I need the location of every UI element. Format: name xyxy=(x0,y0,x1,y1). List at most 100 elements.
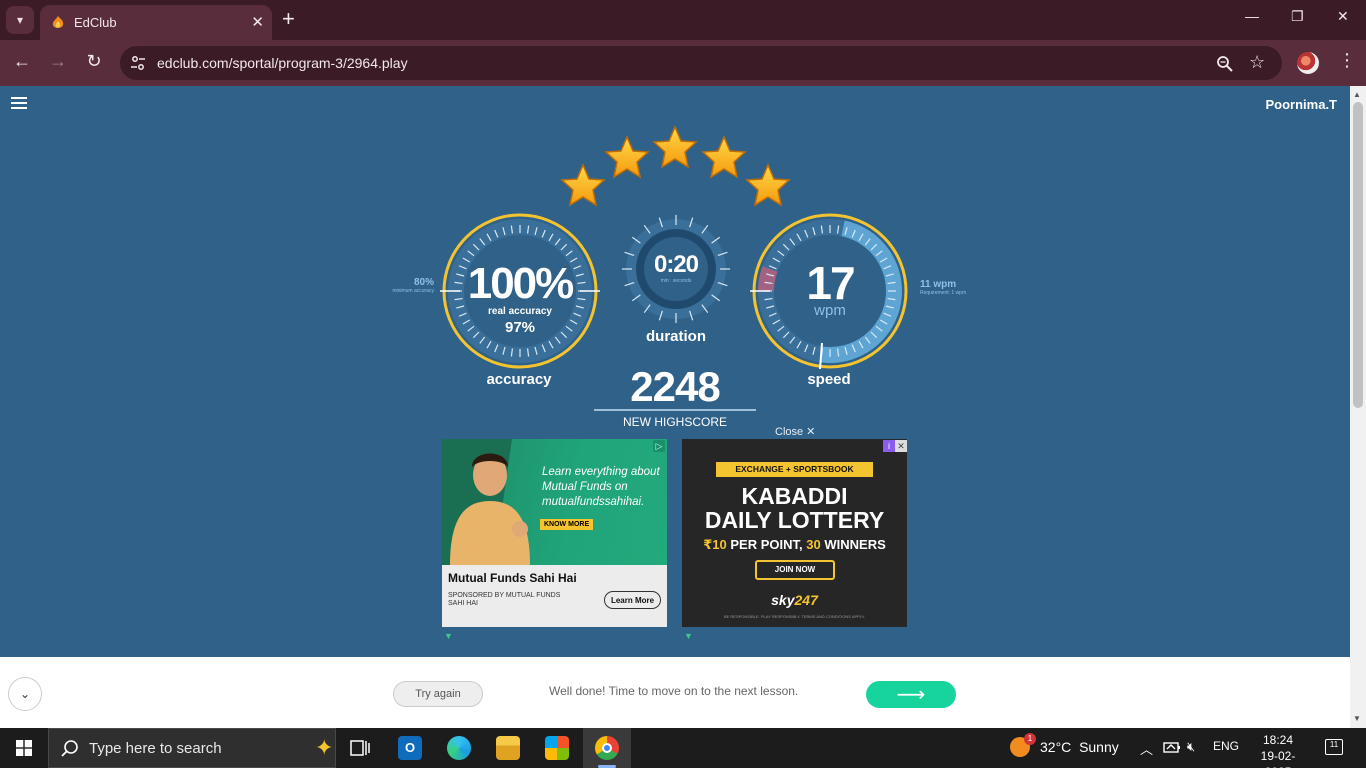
duration-label: duration xyxy=(646,328,706,345)
ad-headline: KABADDI DAILY LOTTERY xyxy=(682,484,907,532)
weather-temp: 32°C xyxy=(1040,739,1072,755)
ad-know-more-button[interactable]: KNOW MORE xyxy=(540,519,594,530)
score-value: 2248 xyxy=(630,363,720,410)
bookmark-star-icon[interactable]: ☆ xyxy=(1249,52,1265,73)
clock-time: 18:24 xyxy=(1262,733,1294,747)
minimize-icon[interactable]: — xyxy=(1245,8,1259,24)
next-lesson-button[interactable]: ⟶ xyxy=(866,681,956,708)
language-indicator[interactable]: ENG xyxy=(1213,739,1239,753)
collapse-chevron-down-icon[interactable]: ⌄ xyxy=(8,677,42,711)
windows-start-icon[interactable] xyxy=(16,740,32,756)
browser-toolbar: ← → ↻ edclub.com/sportal/program-3/2964.… xyxy=(0,40,1366,86)
mute-icon[interactable]: 🔇︎ xyxy=(1187,739,1195,755)
hamburger-icon[interactable] xyxy=(11,97,27,109)
weather-badge: 1 xyxy=(1024,733,1036,745)
back-icon[interactable]: ← xyxy=(10,51,34,72)
notification-icon[interactable]: 11 xyxy=(1325,739,1343,755)
ad-headline-line-1: KABADDI xyxy=(741,483,848,509)
clock-date: 19-02-2025 xyxy=(1260,749,1296,768)
star-icon xyxy=(702,136,746,178)
results-page: Poornima.T 100% real accuracy 97% accura… xyxy=(0,86,1350,657)
close-window-icon[interactable]: ✕ xyxy=(1337,8,1349,25)
ad-choices-icon[interactable]: ▷ xyxy=(653,440,665,452)
ad-close-button[interactable]: Close ✕ xyxy=(775,425,815,438)
site-settings-icon[interactable] xyxy=(130,55,146,71)
store-icon[interactable] xyxy=(545,736,569,760)
ad-info: Mutual Funds Sahi Hai SPONSORED BY MUTUA… xyxy=(442,565,667,627)
ad-close-icon[interactable]: ✕ xyxy=(895,440,907,452)
footer-message: Well done! Time to move on to the next l… xyxy=(549,684,799,698)
profile-avatar[interactable] xyxy=(1297,52,1319,74)
edclub-logo-icon xyxy=(52,15,64,28)
speed-requirement-label: Requirement: 1 wpm xyxy=(920,290,967,296)
ad-info-icon[interactable]: i xyxy=(883,440,895,452)
accuracy-label: accuracy xyxy=(486,371,552,388)
taskbar-clock[interactable]: 18:24 19-02-2025 xyxy=(1249,732,1307,768)
weather-text: Sunny xyxy=(1079,739,1119,755)
browser-tab[interactable]: EdClub ✕ xyxy=(40,5,272,40)
scroll-up-icon[interactable]: ▲ xyxy=(1353,90,1361,99)
ad-offer-amount: ₹10 xyxy=(703,537,727,552)
forward-icon[interactable]: → xyxy=(46,51,70,72)
show-hidden-icons-chevron-up-icon[interactable]: ︿ xyxy=(1140,739,1153,758)
ad-mutual-funds[interactable]: Learn everything about Mutual Funds on m… xyxy=(442,439,667,627)
ad-offer-middle: PER POINT, xyxy=(730,537,803,552)
user-name[interactable]: Poornima.T xyxy=(1265,97,1337,112)
ad-headline-line-2: DAILY LOTTERY xyxy=(704,507,885,533)
ad-banner: Learn everything about Mutual Funds on m… xyxy=(442,439,667,565)
ad-offer-end: WINNERS xyxy=(824,537,886,552)
search-placeholder: Type here to search xyxy=(89,739,222,757)
accuracy-value: 100% xyxy=(467,259,575,308)
windows-taskbar: Type here to search ✦ O 1 32°C Sunny ︿ 🔇… xyxy=(0,728,1366,768)
ad-brand-part-1: sky xyxy=(771,592,795,608)
speed-label: speed xyxy=(807,371,851,388)
battery-wifi-icon[interactable] xyxy=(1163,739,1181,755)
close-tab-icon[interactable]: ✕ xyxy=(251,13,264,31)
reload-icon[interactable]: ↻ xyxy=(82,51,106,72)
scroll-thumb[interactable] xyxy=(1353,102,1363,408)
ad-brand-part-2: 247 xyxy=(794,592,818,608)
restore-icon[interactable]: ❐ xyxy=(1291,8,1304,25)
file-explorer-icon[interactable] xyxy=(496,736,520,760)
speed-unit: wpm xyxy=(814,302,846,319)
page-scrollbar[interactable]: ▲ ▼ xyxy=(1350,86,1366,728)
real-accuracy-label: real accuracy xyxy=(488,306,552,317)
ad-pitch: Learn everything about Mutual Funds on m… xyxy=(542,466,660,508)
duration-value: 0:20 xyxy=(653,251,699,278)
search-icon xyxy=(61,740,78,757)
ad-brand-logo: sky247 xyxy=(682,592,907,608)
copilot-sparkle-icon[interactable]: ✦ xyxy=(315,735,333,761)
browser-tab-bar: ▾ EdClub ✕ + — ❐ ✕ xyxy=(0,0,1366,40)
tab-search-chevron-down-icon[interactable]: ▾ xyxy=(6,6,34,34)
minimum-accuracy-label: minimum accuracy xyxy=(392,288,434,294)
weather-widget[interactable]: 1 32°C Sunny xyxy=(1010,733,1119,757)
address-bar[interactable]: edclub.com/sportal/program-3/2964.play ☆ xyxy=(120,46,1282,80)
new-tab-plus-icon[interactable]: + xyxy=(282,8,295,30)
lesson-footer: ⌄ Try again Well done! Time to move on t… xyxy=(0,657,1350,728)
task-view-icon[interactable] xyxy=(348,736,372,760)
ad-learn-more-button[interactable]: Learn More xyxy=(604,591,661,609)
ad-kabaddi[interactable]: i ✕ EXCHANGE + SPORTSBOOK KABADDI DAILY … xyxy=(682,439,907,627)
star-rating xyxy=(561,126,790,206)
edge-icon[interactable] xyxy=(447,736,471,760)
ad-marker-icon: ▼ xyxy=(684,631,693,641)
url-text: edclub.com/sportal/program-3/2964.play xyxy=(157,55,408,71)
ad-person-image xyxy=(442,439,530,565)
weather-icon: 1 xyxy=(1010,733,1036,757)
real-accuracy-value: 97% xyxy=(504,319,536,336)
try-again-button[interactable]: Try again xyxy=(393,681,483,707)
chrome-icon[interactable] xyxy=(595,736,619,760)
zoom-icon[interactable] xyxy=(1216,55,1234,73)
score-label: NEW HIGHSCORE xyxy=(622,415,727,429)
ad-offer-count: 30 xyxy=(806,537,821,552)
star-icon xyxy=(746,164,790,206)
minimum-accuracy-note: 80% minimum accuracy xyxy=(370,277,434,294)
taskbar-search-input[interactable]: Type here to search ✦ xyxy=(48,728,336,768)
scroll-down-icon[interactable]: ▼ xyxy=(1353,714,1361,723)
kebab-menu-icon[interactable]: ⋮ xyxy=(1338,50,1356,71)
outlook-icon[interactable]: O xyxy=(398,736,422,760)
ad-title: Mutual Funds Sahi Hai xyxy=(448,571,577,585)
speed-requirement-note: 11 wpm Requirement: 1 wpm xyxy=(920,279,990,296)
star-icon xyxy=(605,136,649,178)
ad-join-now-button[interactable]: JOIN NOW xyxy=(755,560,835,580)
